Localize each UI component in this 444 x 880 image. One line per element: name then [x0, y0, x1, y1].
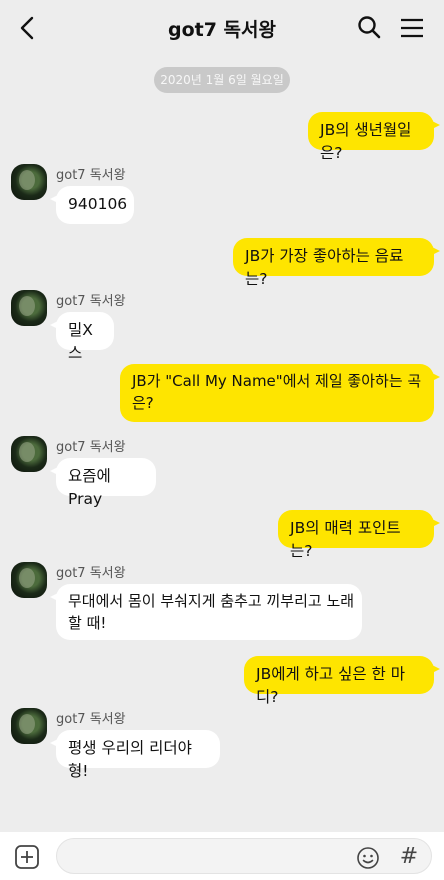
- chat-header: got7 독서왕: [0, 0, 444, 56]
- sender-name: got7 독서왕: [56, 712, 126, 727]
- message-text: 940106: [68, 195, 128, 213]
- hashtag-button[interactable]: #: [398, 844, 420, 870]
- message-text: JB가 가장 좋아하는 음료는?: [245, 247, 404, 288]
- message-text-line: 은?: [132, 394, 154, 412]
- sender-avatar[interactable]: [11, 562, 47, 598]
- sender-name: got7 독서왕: [56, 168, 126, 183]
- message-text-line: 할 때!: [68, 614, 107, 632]
- date-divider: 2020년 1월 6일 월요일: [154, 67, 290, 93]
- other-message-bubble[interactable]: 밀X스: [50, 312, 114, 362]
- other-message-bubble[interactable]: 무대에서 몸이 부숴지게 춤추고 끼부리고 노래 할 때!: [50, 584, 362, 640]
- message-text: 요즘에 Pray: [68, 467, 111, 508]
- my-message-bubble[interactable]: JB의 매력 포인트는?: [278, 510, 440, 560]
- message-text-line: JB가 "Call My Name"에서 제일 좋아하는 곡: [132, 372, 422, 390]
- other-message-bubble[interactable]: 940106: [50, 186, 134, 224]
- sender-avatar[interactable]: [11, 164, 47, 200]
- sender-name: got7 독서왕: [56, 294, 126, 309]
- search-icon[interactable]: [356, 14, 382, 40]
- message-text: JB의 생년월일은?: [320, 121, 412, 162]
- other-message-bubble[interactable]: 평생 우리의 리더야 형!: [50, 730, 220, 780]
- my-message-bubble[interactable]: JB에게 하고 싶은 한 마디?: [244, 656, 440, 706]
- message-text: 평생 우리의 리더야 형!: [68, 739, 192, 780]
- my-message-bubble[interactable]: JB의 생년월일은?: [308, 112, 440, 162]
- sender-name: got7 독서왕: [56, 566, 126, 581]
- my-message-bubble[interactable]: JB가 가장 좋아하는 음료는?: [233, 238, 440, 288]
- sender-name: got7 독서왕: [56, 440, 126, 455]
- sender-avatar[interactable]: [11, 708, 47, 744]
- message-text: JB에게 하고 싶은 한 마디?: [256, 665, 405, 706]
- message-text: 밀X스: [68, 321, 93, 362]
- emoji-icon[interactable]: [356, 846, 380, 870]
- sender-avatar[interactable]: [11, 436, 47, 472]
- hamburger-menu-icon[interactable]: [398, 14, 426, 42]
- message-text: JB의 매력 포인트는?: [290, 519, 401, 560]
- my-message-bubble[interactable]: JB가 "Call My Name"에서 제일 좋아하는 곡 은?: [120, 364, 440, 422]
- sender-avatar[interactable]: [11, 290, 47, 326]
- other-message-bubble[interactable]: 요즘에 Pray: [50, 458, 156, 508]
- message-text-line: 무대에서 몸이 부숴지게 춤추고 끼부리고 노래: [68, 592, 355, 610]
- plus-icon[interactable]: [14, 844, 40, 870]
- message-input-bar: #: [0, 832, 444, 880]
